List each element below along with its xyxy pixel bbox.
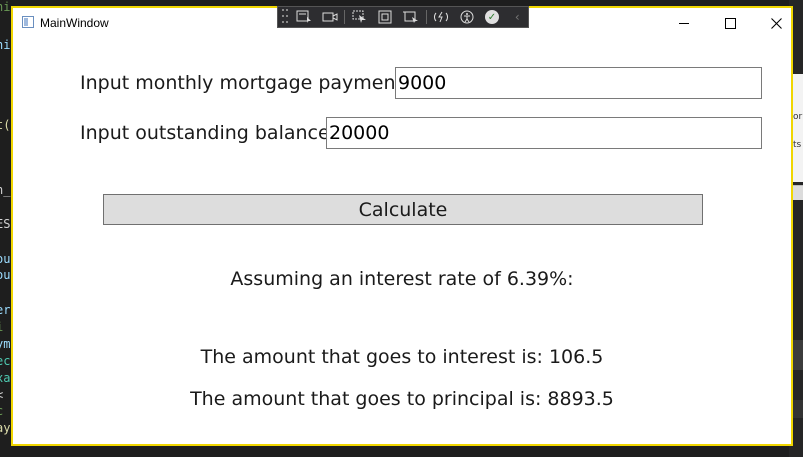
editor-fragment: n_ — [0, 183, 11, 197]
interest-result-text: The amount that goes to interest is: 106… — [200, 346, 604, 368]
panel-fragment: or — [793, 112, 803, 122]
editor-fragment: ym — [0, 337, 11, 351]
camera-icon[interactable] — [319, 8, 340, 26]
hot-reload-icon[interactable] — [431, 8, 452, 26]
payment-input[interactable] — [395, 67, 762, 99]
display-layout-adorners-icon[interactable] — [375, 8, 396, 26]
editor-fragment: ou — [0, 268, 11, 282]
binding-check-icon[interactable]: ✓ — [481, 8, 502, 26]
editor-fragment: i — [0, 320, 3, 334]
select-element-icon[interactable] — [349, 8, 370, 26]
minimize-icon — [679, 22, 689, 24]
maximize-button[interactable] — [707, 8, 753, 38]
interest-rate-text: Assuming an interest rate of 6.39%: — [230, 268, 574, 290]
calculate-button[interactable]: Calculate — [103, 194, 703, 225]
editor-fragment: er — [0, 303, 11, 317]
editor-fragment: xa — [0, 371, 11, 385]
window-title: MainWindow — [40, 16, 109, 30]
principal-result-text: The amount that goes to principal is: 88… — [190, 388, 614, 410]
editor-fragment: ec — [0, 354, 11, 368]
go-to-live-visual-tree-icon[interactable] — [294, 8, 315, 26]
track-focused-element-icon[interactable] — [400, 8, 421, 26]
balance-input[interactable] — [326, 117, 762, 149]
editor-fragment: t( — [0, 118, 11, 132]
balance-label: Input outstanding balance: — [80, 122, 337, 144]
minimize-button[interactable] — [661, 8, 707, 38]
editor-fragment: ni — [0, 0, 11, 14]
panel-fragment: ts — [793, 140, 802, 150]
editor-fragment: ni — [0, 38, 11, 52]
app-icon — [22, 16, 34, 28]
grip-icon[interactable] — [282, 9, 290, 25]
maximize-icon — [724, 17, 736, 29]
main-window: MainWindow Input monthly mortgage paymen… — [11, 6, 793, 446]
editor-fragment: ay — [0, 421, 11, 435]
payment-label: Input monthly mortgage payment: — [80, 72, 410, 94]
editor-fragment: ES — [0, 217, 11, 231]
collapse-chevron-icon[interactable]: ‹ — [507, 8, 528, 26]
editor-fragment: < — [0, 388, 3, 402]
debug-toolbar: ✓ ‹ — [277, 6, 529, 28]
close-icon — [770, 17, 782, 29]
close-button[interactable] — [753, 8, 799, 38]
accessibility-icon[interactable] — [456, 8, 477, 26]
editor-fragment: c — [0, 404, 3, 418]
editor-fragment: ou — [0, 252, 11, 266]
